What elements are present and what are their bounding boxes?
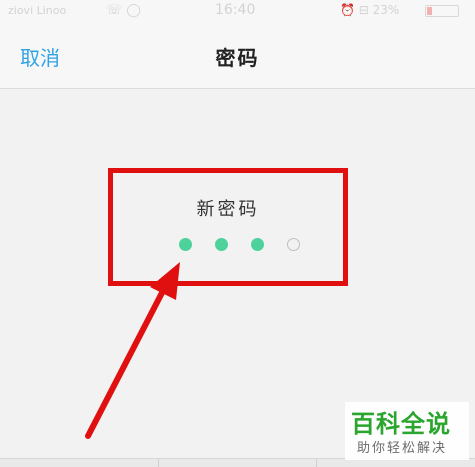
toolbar-divider	[158, 459, 159, 467]
status-right-icons: ⏰ ⊟ 23%	[340, 3, 400, 17]
page-title: 密码	[215, 46, 260, 70]
status-carrier: ziovi Linoo	[8, 4, 67, 17]
toolbar-divider	[316, 459, 317, 467]
passcode-dot-empty	[287, 238, 300, 251]
passcode-dot-filled	[251, 238, 264, 251]
status-bar: ziovi Linoo ☏ ◯ 16:40 ⏰ ⊟ 23%	[0, 0, 475, 24]
status-left-icons: ☏ ◯	[106, 3, 141, 18]
status-time: 16:40	[215, 2, 256, 18]
new-passcode-label: 新密码	[196, 199, 260, 220]
nav-bar: 密码 取消	[0, 24, 475, 89]
passcode-highlight-box: 新密码	[108, 168, 348, 286]
passcode-dot-filled	[179, 238, 192, 251]
watermark-title: 百科全说	[351, 410, 451, 438]
cancel-button[interactable]: 取消	[20, 42, 60, 71]
watermark-subtitle: 助你轻松解决	[357, 441, 448, 456]
battery-icon	[425, 5, 459, 17]
watermark-logo: 百科全说 助你轻松解决	[345, 402, 469, 460]
battery-level-fill	[427, 7, 432, 15]
passcode-dot-filled	[215, 238, 228, 251]
screen: ziovi Linoo ☏ ◯ 16:40 ⏰ ⊟ 23% 密码 取消 新密码 …	[0, 0, 475, 467]
